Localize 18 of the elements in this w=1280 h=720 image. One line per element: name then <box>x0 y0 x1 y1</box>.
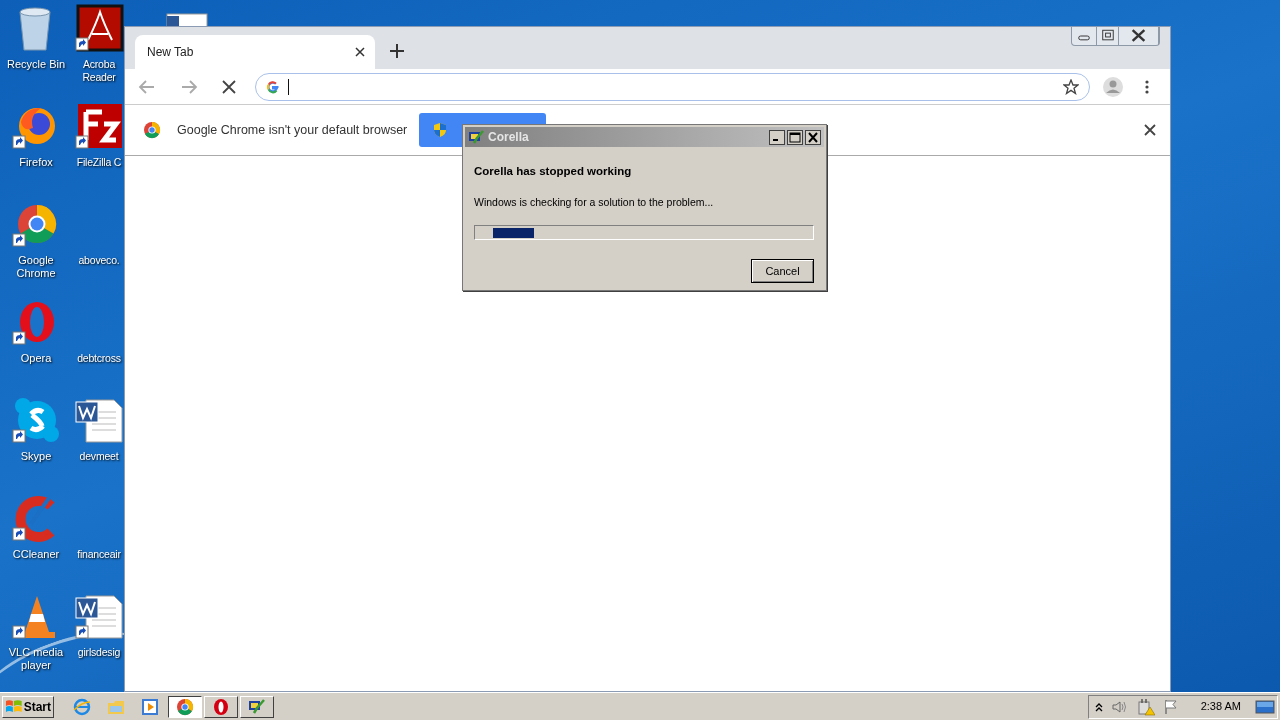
icon-label: Opera <box>20 352 52 365</box>
icon-label: financeair <box>77 548 121 561</box>
icon-label: Recycle Bin <box>6 58 66 71</box>
icon-label: aboveco. <box>78 254 120 267</box>
icon-label: VLC media player <box>7 646 65 672</box>
dialog-title: Corella <box>488 129 529 146</box>
icon-label: CCleaner <box>12 548 60 561</box>
icon-label: Google Chrome <box>15 254 57 280</box>
icon-label: Firefox <box>19 156 53 169</box>
icon-label: Skype <box>20 450 52 463</box>
dialog-message: Windows is checking for a solution to the problem... <box>474 195 715 211</box>
icon-label: devmeet <box>79 450 119 463</box>
dialog-heading: Corella has stopped working <box>474 164 633 179</box>
icon-label: girlsdesig <box>77 646 121 659</box>
infobar-message: Google Chrome isn't your default browser <box>177 121 408 139</box>
icon-label: debtcross <box>77 352 121 365</box>
icon-label: FileZilla C <box>76 156 122 169</box>
icon-label: Acroba Reader <box>82 58 116 84</box>
